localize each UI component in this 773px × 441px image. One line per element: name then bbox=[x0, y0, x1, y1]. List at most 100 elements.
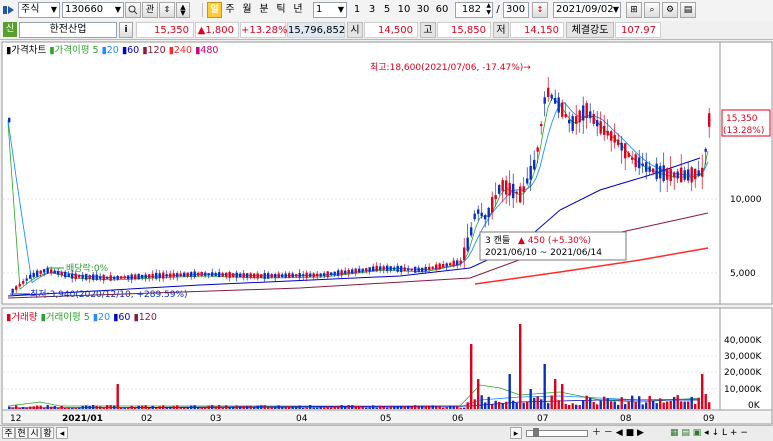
interval-60-button[interactable]: 60 bbox=[434, 2, 450, 18]
price-candle bbox=[200, 271, 203, 277]
period-day-button[interactable]: 일 bbox=[207, 2, 222, 18]
stock-name-field[interactable]: 한전산업 bbox=[19, 22, 117, 38]
nav-plus-icon[interactable]: ＋ bbox=[592, 428, 601, 438]
chart-area[interactable]: ▮가격차트 ▮가격이평 5 ▮20 ▮60 ▮120 ▮240 ▮480 최고:… bbox=[0, 40, 773, 425]
scroll-right-button[interactable]: ▸ bbox=[510, 427, 522, 439]
spin-button[interactable]: ▲ ▼ bbox=[176, 2, 190, 18]
volume-bar bbox=[169, 406, 172, 409]
first-page-icon[interactable]: ◂ bbox=[704, 428, 709, 438]
price-candle bbox=[477, 209, 480, 214]
period-tick-button[interactable]: 틱 bbox=[274, 2, 288, 18]
period-month-button[interactable]: 월 bbox=[240, 2, 254, 18]
price-candle bbox=[529, 165, 532, 180]
volume-bar bbox=[144, 405, 147, 409]
zoom-slider[interactable] bbox=[526, 428, 588, 437]
interval-30-button[interactable]: 30 bbox=[415, 2, 431, 18]
interval-1-button[interactable]: 1 bbox=[351, 2, 363, 18]
price-candle bbox=[85, 273, 88, 280]
arrow-down-icon[interactable]: ↓ bbox=[712, 428, 720, 438]
volume-bar bbox=[249, 405, 252, 409]
volume-bar bbox=[652, 400, 655, 409]
tab-market[interactable]: 시 bbox=[28, 427, 41, 439]
price-candle bbox=[141, 274, 144, 279]
window-menu-icon[interactable] bbox=[3, 4, 15, 16]
volume-bar bbox=[536, 396, 539, 409]
tab-status[interactable]: 황 bbox=[41, 427, 54, 439]
zoom-slider-thumb[interactable] bbox=[533, 428, 539, 437]
volume-value: 15,796,852 bbox=[287, 22, 345, 38]
price-candle bbox=[246, 273, 249, 278]
volume-bar bbox=[263, 405, 266, 409]
volume-bar bbox=[267, 406, 270, 409]
crosshair-button[interactable]: ⊞ bbox=[626, 2, 642, 18]
volume-bar bbox=[36, 405, 39, 409]
price-candle bbox=[676, 171, 679, 179]
nav-first-icon[interactable]: ◀ bbox=[616, 428, 623, 438]
scroll-left-button[interactable]: ◂ bbox=[56, 427, 68, 439]
legend-vma60: 60 bbox=[118, 312, 130, 323]
volume-bar bbox=[473, 399, 476, 409]
price-candle bbox=[673, 172, 676, 178]
price-candle bbox=[204, 272, 207, 276]
chevron-down-icon: ▼ bbox=[114, 5, 121, 14]
interest-button[interactable]: 관 bbox=[142, 2, 158, 18]
grid-view-icon[interactable]: ▦ bbox=[670, 428, 679, 438]
price-candle bbox=[655, 163, 658, 180]
search-button[interactable] bbox=[125, 2, 141, 18]
stock-chart[interactable]: ▮가격차트 ▮가격이평 5 ▮20 ▮60 ▮120 ▮240 ▮480 최고:… bbox=[0, 40, 773, 425]
price-candle bbox=[50, 269, 53, 274]
volume-bar bbox=[564, 403, 567, 409]
interval-3-button[interactable]: 3 bbox=[366, 2, 378, 18]
xtick-02: 02 bbox=[141, 414, 152, 424]
price-candle bbox=[25, 278, 28, 281]
price-candle bbox=[165, 274, 168, 277]
save-icon[interactable]: ▣ bbox=[693, 428, 702, 438]
remove-icon[interactable]: − bbox=[740, 428, 748, 438]
interval-select[interactable]: 1 ▼ bbox=[313, 2, 347, 18]
price-candle bbox=[288, 273, 291, 278]
add-icon[interactable]: + bbox=[730, 428, 738, 438]
interval-10-button[interactable]: 10 bbox=[396, 2, 412, 18]
total-count-input[interactable]: 300 bbox=[503, 2, 529, 18]
nav-minus-icon[interactable]: － bbox=[604, 428, 613, 438]
price-candle bbox=[151, 273, 154, 278]
info-button[interactable]: i bbox=[119, 22, 133, 38]
updown-button[interactable]: ⇕ bbox=[159, 2, 175, 18]
period-year-button[interactable]: 년 bbox=[291, 2, 305, 18]
volume-bar bbox=[571, 403, 574, 409]
svg-text:▮거래량 ▮거래이평 5 ▮20: ▮거래량 ▮거래이평 5 ▮20 ▮60 ▮120 bbox=[6, 311, 157, 323]
volume-bar bbox=[673, 396, 676, 409]
period-minute-button[interactable]: 분 bbox=[257, 2, 271, 18]
current-price: 15,350 bbox=[136, 22, 194, 38]
nav-pause-icon[interactable]: ■ bbox=[626, 428, 635, 438]
volume-bar bbox=[92, 405, 95, 409]
price-candle bbox=[239, 273, 242, 278]
volume-bar bbox=[326, 406, 329, 409]
volume-bar bbox=[501, 403, 504, 409]
date-input[interactable]: 2021/09/02 ▼ bbox=[553, 2, 621, 18]
volume-bar bbox=[151, 405, 154, 409]
interval-5-button[interactable]: 5 bbox=[381, 2, 393, 18]
price-candle bbox=[309, 273, 312, 277]
price-candle bbox=[326, 271, 329, 278]
volume-bar bbox=[393, 406, 396, 409]
market-select[interactable]: 주식 ▼ bbox=[18, 2, 60, 18]
price-candle bbox=[176, 273, 179, 277]
last-page-icon[interactable]: L bbox=[722, 428, 727, 438]
price-candle bbox=[190, 272, 193, 277]
display-count-input[interactable]: 182 ▲ ▼ bbox=[455, 2, 493, 18]
period-week-button[interactable]: 주 bbox=[223, 2, 237, 18]
settings-button[interactable]: ⚙ bbox=[662, 2, 678, 18]
nav-next-icon[interactable]: ▶ bbox=[637, 428, 644, 438]
tab-current[interactable]: 현 bbox=[15, 427, 28, 439]
volume-bar bbox=[116, 384, 119, 409]
stock-code-input[interactable]: 130660 ▼ bbox=[62, 2, 124, 18]
list-view-icon[interactable]: ▤ bbox=[681, 428, 690, 438]
price-candle bbox=[113, 276, 116, 279]
tab-stock[interactable]: 주 bbox=[2, 427, 15, 439]
zoom-button[interactable]: ⌕ bbox=[644, 2, 660, 18]
volume-bar bbox=[624, 404, 627, 409]
zoom-reset-button[interactable]: ↕ bbox=[532, 2, 548, 18]
print-button[interactable]: ▤ bbox=[680, 2, 696, 18]
last-price-pct: (13.28%) bbox=[723, 126, 764, 136]
